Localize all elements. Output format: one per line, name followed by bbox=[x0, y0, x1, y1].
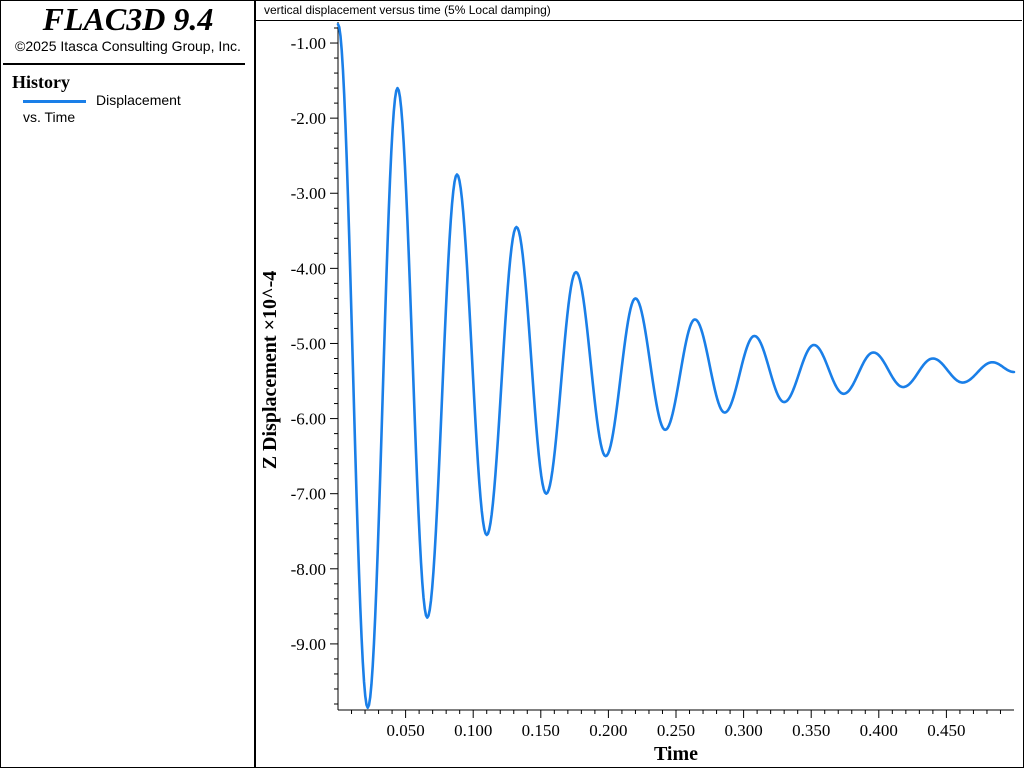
y-tick-label: -9.00 bbox=[291, 635, 326, 654]
y-tick-label: -8.00 bbox=[291, 560, 326, 579]
y-tick-label: -4.00 bbox=[291, 259, 326, 278]
x-tick-label: 0.100 bbox=[454, 721, 492, 740]
y-tick-label: -2.00 bbox=[291, 109, 326, 128]
x-tick-label: 0.200 bbox=[589, 721, 627, 740]
y-tick-label: -5.00 bbox=[291, 334, 326, 353]
y-tick-label: -6.00 bbox=[291, 410, 326, 429]
x-tick-label: 0.300 bbox=[724, 721, 762, 740]
app-title: FLAC3D 9.4 bbox=[42, 1, 214, 37]
y-tick-label: -7.00 bbox=[291, 485, 326, 504]
x-tick-label: 0.250 bbox=[657, 721, 695, 740]
x-tick-label: 0.150 bbox=[522, 721, 560, 740]
series-line bbox=[336, 22, 1016, 710]
legend-label-sub: vs. Time bbox=[23, 109, 76, 125]
legend-line-swatch bbox=[23, 100, 86, 103]
x-tick-label: 0.350 bbox=[792, 721, 830, 740]
y-axis-title: Z Displacement ×10^-4 bbox=[259, 271, 281, 470]
copyright-text: ©2025 Itasca Consulting Group, Inc. bbox=[15, 38, 241, 54]
x-axis-title: Time bbox=[654, 743, 698, 765]
history-heading: History bbox=[12, 72, 70, 92]
y-tick-label: -3.00 bbox=[291, 184, 326, 203]
x-tick-label: 0.400 bbox=[860, 721, 898, 740]
legend-panel: FLAC3D 9.4 ©2025 Itasca Consulting Group… bbox=[0, 0, 256, 768]
legend-label: Displacement bbox=[96, 92, 181, 108]
x-tick-label: 0.050 bbox=[386, 721, 424, 740]
divider bbox=[3, 63, 245, 65]
chart-area[interactable]: -1.00 -2.00 -3.00 -4.00 -5.00 -6.00 -7.00 -8.00… bbox=[256, 0, 1024, 768]
y-tick-label: -1.00 bbox=[291, 34, 326, 53]
x-tick-label: 0.450 bbox=[927, 721, 965, 740]
